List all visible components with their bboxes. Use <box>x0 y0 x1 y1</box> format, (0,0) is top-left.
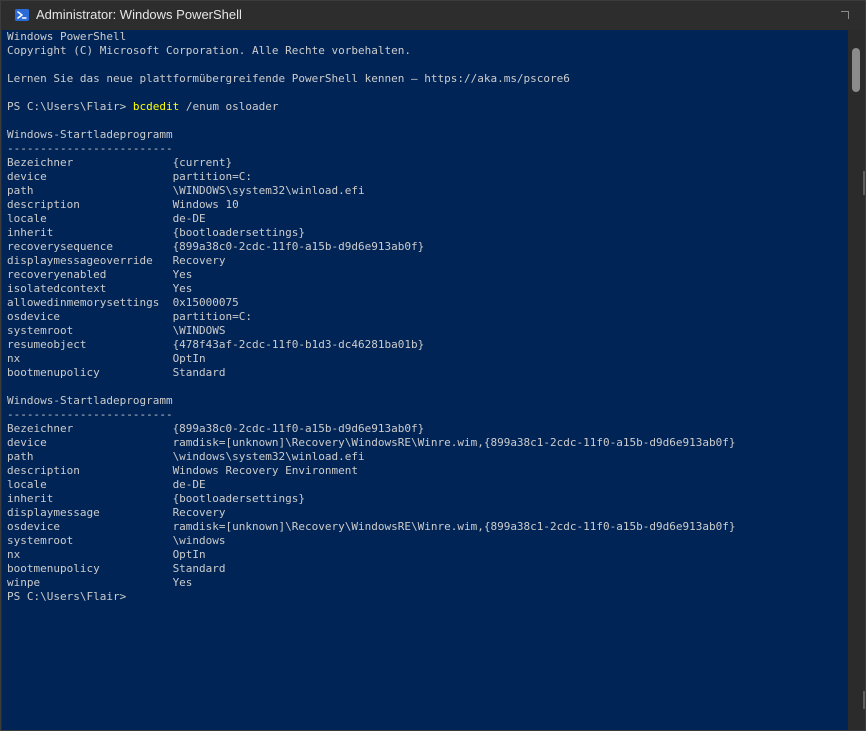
console-line: inherit {bootloadersettings} <box>7 492 848 506</box>
console-line: ------------------------- <box>7 408 848 422</box>
console-line: Bezeichner {current} <box>7 156 848 170</box>
console-line-text: device partition=C: <box>7 170 253 183</box>
console-line-text: nx OptIn <box>7 352 206 365</box>
console-line: Windows PowerShell <box>7 30 848 44</box>
powershell-window: Administrator: Windows PowerShell Window… <box>0 0 866 731</box>
console-line-text: displaymessageoverride Recovery <box>7 254 226 267</box>
console-line-text: ------------------------- <box>7 142 173 155</box>
resize-corner-icon[interactable] <box>841 11 849 19</box>
console-line: bootmenupolicy Standard <box>7 366 848 380</box>
console-line-text: recoveryenabled Yes <box>7 268 193 281</box>
console-output[interactable]: Windows PowerShell Copyright (C) Microsof… <box>2 30 848 730</box>
console-line-text: PS C:\Users\Flair> <box>7 100 133 113</box>
console-line-text: Bezeichner {current} <box>7 156 233 169</box>
console-text: Windows PowerShell Copyright (C) Microsof… <box>2 30 848 604</box>
console-line: Lernen Sie das neue plattformübergreifen… <box>7 72 848 86</box>
console-line: nx OptIn <box>7 352 848 366</box>
console-line-text: displaymessage Recovery <box>7 506 226 519</box>
console-line: bootmenupolicy Standard <box>7 562 848 576</box>
console-line-text: winpe Yes <box>7 576 193 589</box>
console-line: Copyright (C) Microsoft Corporation. All… <box>7 44 848 58</box>
console-line-text: path \windows\system32\winload.efi <box>7 450 365 463</box>
console-line-text: ------------------------- <box>7 408 173 421</box>
console-line-text: locale de-DE <box>7 212 206 225</box>
console-line: nx OptIn <box>7 548 848 562</box>
console-line-text: Windows-Startladeprogramm <box>7 128 173 141</box>
console-line: device ramdisk=[unknown]\Recovery\Window… <box>7 436 848 450</box>
console-line: osdevice partition=C: <box>7 310 848 324</box>
vertical-scrollbar[interactable] <box>848 30 865 730</box>
console-line: winpe Yes <box>7 576 848 590</box>
console-line-text: inherit {bootloadersettings} <box>7 492 306 505</box>
console-line-text: Bezeichner {899a38c0-2cdc-11f0-a15b-d9d6… <box>7 422 425 435</box>
console-line: Windows-Startladeprogramm <box>7 128 848 142</box>
console-line-text: Windows PowerShell <box>7 30 127 43</box>
console-line-text: Copyright (C) Microsoft Corporation. All… <box>7 44 411 57</box>
console-line: isolatedcontext Yes <box>7 282 848 296</box>
console-line-text: resumeobject {478f43af-2cdc-11f0-b1d3-dc… <box>7 338 425 351</box>
console-line-text: inherit {bootloadersettings} <box>7 226 306 239</box>
console-line-text: osdevice partition=C: <box>7 310 253 323</box>
window-title: Administrator: Windows PowerShell <box>36 7 242 22</box>
console-line: path \WINDOWS\system32\winload.efi <box>7 184 848 198</box>
console-line: device partition=C: <box>7 170 848 184</box>
console-line-text: locale de-DE <box>7 478 206 491</box>
console-line-text: description Windows Recovery Environment <box>7 464 358 477</box>
console-line: recoveryenabled Yes <box>7 268 848 282</box>
console-line: recoverysequence {899a38c0-2cdc-11f0-a15… <box>7 240 848 254</box>
console-line-text: systemroot \WINDOWS <box>7 324 226 337</box>
edge-marker <box>863 691 865 709</box>
scrollbar-thumb[interactable] <box>852 48 860 92</box>
console-line: PS C:\Users\Flair> <box>7 590 848 604</box>
console-line-text: description Windows 10 <box>7 198 239 211</box>
powershell-icon <box>15 9 29 21</box>
title-bar[interactable]: Administrator: Windows PowerShell <box>1 1 865 30</box>
console-line-text: device ramdisk=[unknown]\Recovery\Window… <box>7 436 736 449</box>
console-line-text: isolatedcontext Yes <box>7 282 193 295</box>
console-line-text: Windows-Startladeprogramm <box>7 394 173 407</box>
console-line: ------------------------- <box>7 142 848 156</box>
console-line: inherit {bootloadersettings} <box>7 226 848 240</box>
console-line: systemroot \windows <box>7 534 848 548</box>
console-line-text: path \WINDOWS\system32\winload.efi <box>7 184 365 197</box>
console-line: locale de-DE <box>7 478 848 492</box>
console-line-text: PS C:\Users\Flair> <box>7 590 127 603</box>
console-line-text: bootmenupolicy Standard <box>7 366 226 379</box>
console-line: displaymessageoverride Recovery <box>7 254 848 268</box>
console-line-text: Lernen Sie das neue plattformübergreifen… <box>7 72 570 85</box>
console-line: systemroot \WINDOWS <box>7 324 848 338</box>
console-line: locale de-DE <box>7 212 848 226</box>
console-line: Windows-Startladeprogramm <box>7 394 848 408</box>
console-line: Bezeichner {899a38c0-2cdc-11f0-a15b-d9d6… <box>7 422 848 436</box>
console-line-text: systemroot \windows <box>7 534 226 547</box>
console-line: allowedinmemorysettings 0x15000075 <box>7 296 848 310</box>
command-args: /enum osloader <box>179 100 279 113</box>
console-line: PS C:\Users\Flair> bcdedit /enum osloade… <box>7 100 848 114</box>
console-line-text: osdevice ramdisk=[unknown]\Recovery\Wind… <box>7 520 736 533</box>
command-name: bcdedit <box>132 100 180 113</box>
console-line-text: recoverysequence {899a38c0-2cdc-11f0-a15… <box>7 240 425 253</box>
console-line-text: bootmenupolicy Standard <box>7 562 226 575</box>
console-line: osdevice ramdisk=[unknown]\Recovery\Wind… <box>7 520 848 534</box>
edge-marker <box>863 171 865 195</box>
console-line: displaymessage Recovery <box>7 506 848 520</box>
console-line: resumeobject {478f43af-2cdc-11f0-b1d3-dc… <box>7 338 848 352</box>
console-line-text: nx OptIn <box>7 548 206 561</box>
console-line: description Windows Recovery Environment <box>7 464 848 478</box>
console-line: path \windows\system32\winload.efi <box>7 450 848 464</box>
console-line: description Windows 10 <box>7 198 848 212</box>
console-line-text: allowedinmemorysettings 0x15000075 <box>7 296 239 309</box>
